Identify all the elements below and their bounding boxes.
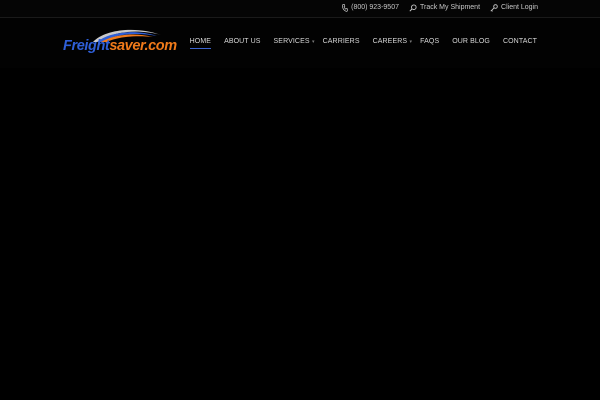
nav-item-our-blog[interactable]: OUR BLOG bbox=[452, 38, 490, 48]
nav-label-home: HOME bbox=[189, 38, 212, 45]
nav-item-careers[interactable]: CAREERS ▾ bbox=[372, 38, 412, 48]
client-login-label: Client Login bbox=[501, 4, 538, 11]
nav-item-services[interactable]: SERVICES ▾ bbox=[273, 38, 315, 48]
logo-text-saver: saver.com bbox=[109, 38, 177, 54]
nav-label-services: SERVICES bbox=[273, 38, 310, 45]
search-icon bbox=[409, 4, 417, 12]
nav-label-contact: CONTACT bbox=[502, 38, 537, 45]
nav-label-about-us: ABOUT US bbox=[224, 38, 261, 45]
nav-item-home[interactable]: HOME bbox=[189, 38, 212, 49]
phone-icon bbox=[342, 4, 349, 12]
track-shipment-label: Track My Shipment bbox=[419, 4, 481, 11]
chevron-down-icon: ▾ bbox=[409, 39, 413, 45]
site-logo[interactable]: Freightsaver.com bbox=[63, 27, 177, 57]
nav-label-faqs: FAQS bbox=[420, 38, 440, 45]
chevron-down-icon: ▾ bbox=[311, 39, 315, 45]
phone-link[interactable]: (800) 923-9507 bbox=[342, 3, 399, 13]
logo-wordmark: Freightsaver.com bbox=[63, 38, 177, 54]
track-shipment-link[interactable]: Track My Shipment bbox=[409, 3, 480, 13]
site-header: Freightsaver.com HOME ABOUT US SERVICES … bbox=[0, 18, 600, 68]
nav-label-carriers: CARRIERS bbox=[322, 38, 360, 45]
page: (800) 923-9507 Track My Shipment Client … bbox=[0, 0, 600, 400]
utility-links: (800) 923-9507 Track My Shipment Client … bbox=[342, 3, 538, 13]
client-login-link[interactable]: Client Login bbox=[490, 3, 538, 13]
nav-label-our-blog: OUR BLOG bbox=[452, 38, 490, 45]
nav-item-carriers[interactable]: CARRIERS bbox=[323, 38, 360, 48]
hero-section bbox=[0, 68, 600, 400]
phone-number: (800) 923-9507 bbox=[351, 4, 399, 11]
nav-label-careers: CAREERS bbox=[372, 38, 408, 45]
key-icon bbox=[490, 4, 498, 12]
main-nav: HOME ABOUT US SERVICES ▾ CARRIERS CAREER… bbox=[189, 38, 537, 49]
nav-item-about-us[interactable]: ABOUT US bbox=[224, 38, 260, 48]
nav-item-faqs[interactable]: FAQS bbox=[420, 38, 439, 48]
top-utility-bar: (800) 923-9507 Track My Shipment Client … bbox=[0, 0, 600, 18]
nav-item-contact[interactable]: CONTACT bbox=[503, 38, 537, 48]
logo-text-freight: Freight bbox=[63, 38, 110, 54]
